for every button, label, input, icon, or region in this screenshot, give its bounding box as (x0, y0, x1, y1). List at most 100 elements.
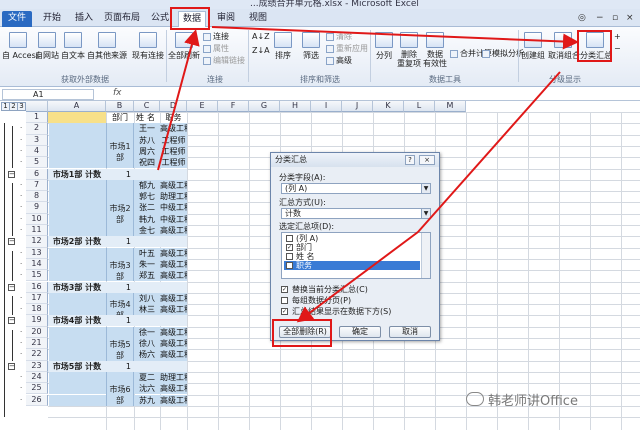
data-validation-button[interactable]: 数据 有效性 (422, 32, 448, 68)
tab-review[interactable]: 审阅 (212, 11, 240, 27)
row-header[interactable]: 10 (26, 213, 48, 225)
employee-title[interactable]: 高级工程师 (160, 395, 187, 406)
row-header[interactable]: 14 (26, 258, 48, 271)
row-header[interactable]: 3 (26, 134, 48, 146)
subtotal-items-list[interactable]: (列 A) ✓ 部门姓 名职务 (281, 232, 431, 279)
row-header[interactable]: 21 (26, 338, 48, 350)
data-cell-a[interactable] (49, 225, 106, 237)
tab-insert[interactable]: 插入 (70, 11, 98, 27)
row-header[interactable]: 25 (26, 383, 48, 395)
employee-name[interactable]: 祝四 (134, 157, 160, 168)
subtotal-item[interactable]: (列 A) (284, 234, 420, 243)
employee-name[interactable]: 王一 (134, 123, 160, 134)
data-cell-a[interactable] (49, 213, 106, 225)
tab-home[interactable]: 开始 (38, 11, 66, 27)
sort-asc-button[interactable]: A↓Z (252, 32, 270, 42)
row-header[interactable]: 22 (26, 349, 48, 361)
row-header[interactable]: 15 (26, 270, 48, 282)
employee-name[interactable]: 杨六 (134, 349, 160, 360)
collapse-group-button[interactable]: − (8, 283, 15, 291)
header-cell-a[interactable] (48, 112, 106, 124)
collapse-group-button[interactable]: − (8, 362, 15, 370)
employee-name[interactable]: 徐一 (134, 327, 160, 338)
employee-title[interactable]: 高级工程师 (160, 349, 187, 360)
data-cell-a[interactable] (49, 191, 106, 203)
data-cell-a[interactable] (49, 145, 106, 158)
column-header-k[interactable]: K (373, 101, 404, 112)
row-header[interactable]: 13 (26, 247, 48, 259)
data-cell-a[interactable] (49, 270, 106, 282)
hide-detail-button[interactable]: − (614, 44, 621, 54)
row-header[interactable]: 16 (26, 281, 48, 293)
row-header[interactable]: 23 (26, 360, 48, 372)
group-button[interactable]: 创建组 (520, 32, 546, 61)
employee-name[interactable]: 叶五 (134, 248, 160, 259)
close-icon[interactable]: × (626, 13, 634, 23)
employee-title[interactable]: 助理工程师 (160, 191, 187, 202)
data-cell-a[interactable] (49, 258, 106, 271)
outline-level-3[interactable]: 3 (17, 102, 26, 111)
merged-dept-cell[interactable]: 市场1部 (106, 123, 134, 169)
tab-view[interactable]: 视图 (244, 11, 272, 27)
row-header[interactable]: 20 (26, 326, 48, 338)
employee-name[interactable]: 韩九 (134, 214, 160, 225)
tab-file[interactable]: 文件 (2, 11, 32, 27)
subtotal-label[interactable]: 市场2部 计数 (48, 236, 106, 247)
row-header[interactable]: 24 (26, 371, 48, 384)
row-header[interactable]: 7 (26, 179, 48, 192)
data-cell-a[interactable] (49, 326, 106, 338)
row-header[interactable]: 18 (26, 304, 48, 316)
data-cell-a[interactable] (49, 304, 106, 316)
from-access-button[interactable]: 自 Access (2, 32, 40, 61)
option-checkbox[interactable]: ✓ 替换当前分类汇总(C) (281, 285, 368, 294)
from-web-button[interactable]: 自网站 (34, 32, 60, 61)
dialog-close-button[interactable]: × (419, 155, 435, 165)
subtotal-count[interactable]: 1 (106, 361, 134, 372)
row-header[interactable]: 26 (26, 394, 48, 406)
column-header-h[interactable]: H (280, 101, 311, 112)
merged-dept-cell[interactable]: 市场5部 (106, 326, 134, 361)
employee-title[interactable]: 中级工程师 (160, 202, 187, 213)
function-select[interactable]: 计数 ▼ (281, 208, 431, 219)
data-cell-a[interactable] (49, 179, 106, 192)
sort-desc-button[interactable]: Z↓A (252, 46, 270, 56)
merged-dept-cell[interactable]: 市场6部 (106, 371, 134, 406)
employee-title[interactable]: 工程师 (160, 135, 187, 146)
column-header-c[interactable]: C (134, 101, 160, 112)
column-header-e[interactable]: E (187, 101, 218, 112)
data-cell-a[interactable] (49, 349, 106, 361)
help-button[interactable]: ? (405, 155, 415, 165)
restore-icon[interactable]: ▫ (612, 13, 618, 23)
employee-name[interactable]: 郑五 (134, 270, 160, 281)
text-to-columns-button[interactable]: 分列 (372, 32, 396, 61)
data-cell-a[interactable] (49, 134, 106, 146)
employee-name[interactable]: 金七 (134, 225, 160, 236)
data-cell-a[interactable] (49, 383, 106, 395)
employee-title[interactable]: 高级工程师 (160, 180, 187, 191)
column-header-l[interactable]: L (404, 101, 435, 112)
employee-title[interactable]: 高级工程师 (160, 248, 187, 259)
data-cell-a[interactable] (49, 371, 106, 384)
row-header[interactable]: 2 (26, 123, 48, 135)
employee-name[interactable]: 张二 (134, 202, 160, 213)
column-header-m[interactable]: M (435, 101, 466, 112)
reapply-button[interactable]: 重新应用 (326, 44, 368, 54)
from-other-sources-button[interactable]: 自其他来源 (87, 32, 127, 61)
employee-title[interactable]: 高级工程师 (160, 383, 187, 394)
subtotal-label[interactable]: 市场3部 计数 (48, 282, 106, 293)
ok-button[interactable]: 确定 (339, 326, 381, 338)
row-header[interactable]: 4 (26, 145, 48, 158)
collapse-group-button[interactable]: − (8, 170, 15, 178)
employee-name[interactable]: 林三 (134, 304, 160, 315)
clear-filter-button[interactable]: 清除 (326, 32, 352, 42)
row-header[interactable]: 6 (26, 168, 48, 180)
show-detail-button[interactable]: + (614, 32, 621, 42)
employee-title[interactable]: 高级工程师 (160, 225, 187, 236)
properties-button[interactable]: 属性 (203, 44, 229, 54)
row-header[interactable]: 5 (26, 157, 48, 169)
sort-button[interactable]: 排序 (270, 32, 296, 61)
row-header[interactable]: 8 (26, 191, 48, 203)
subtotal-item[interactable]: 职务 (284, 261, 420, 270)
employee-name[interactable]: 周六 (134, 146, 160, 157)
minimize-icon[interactable]: − (596, 13, 604, 23)
